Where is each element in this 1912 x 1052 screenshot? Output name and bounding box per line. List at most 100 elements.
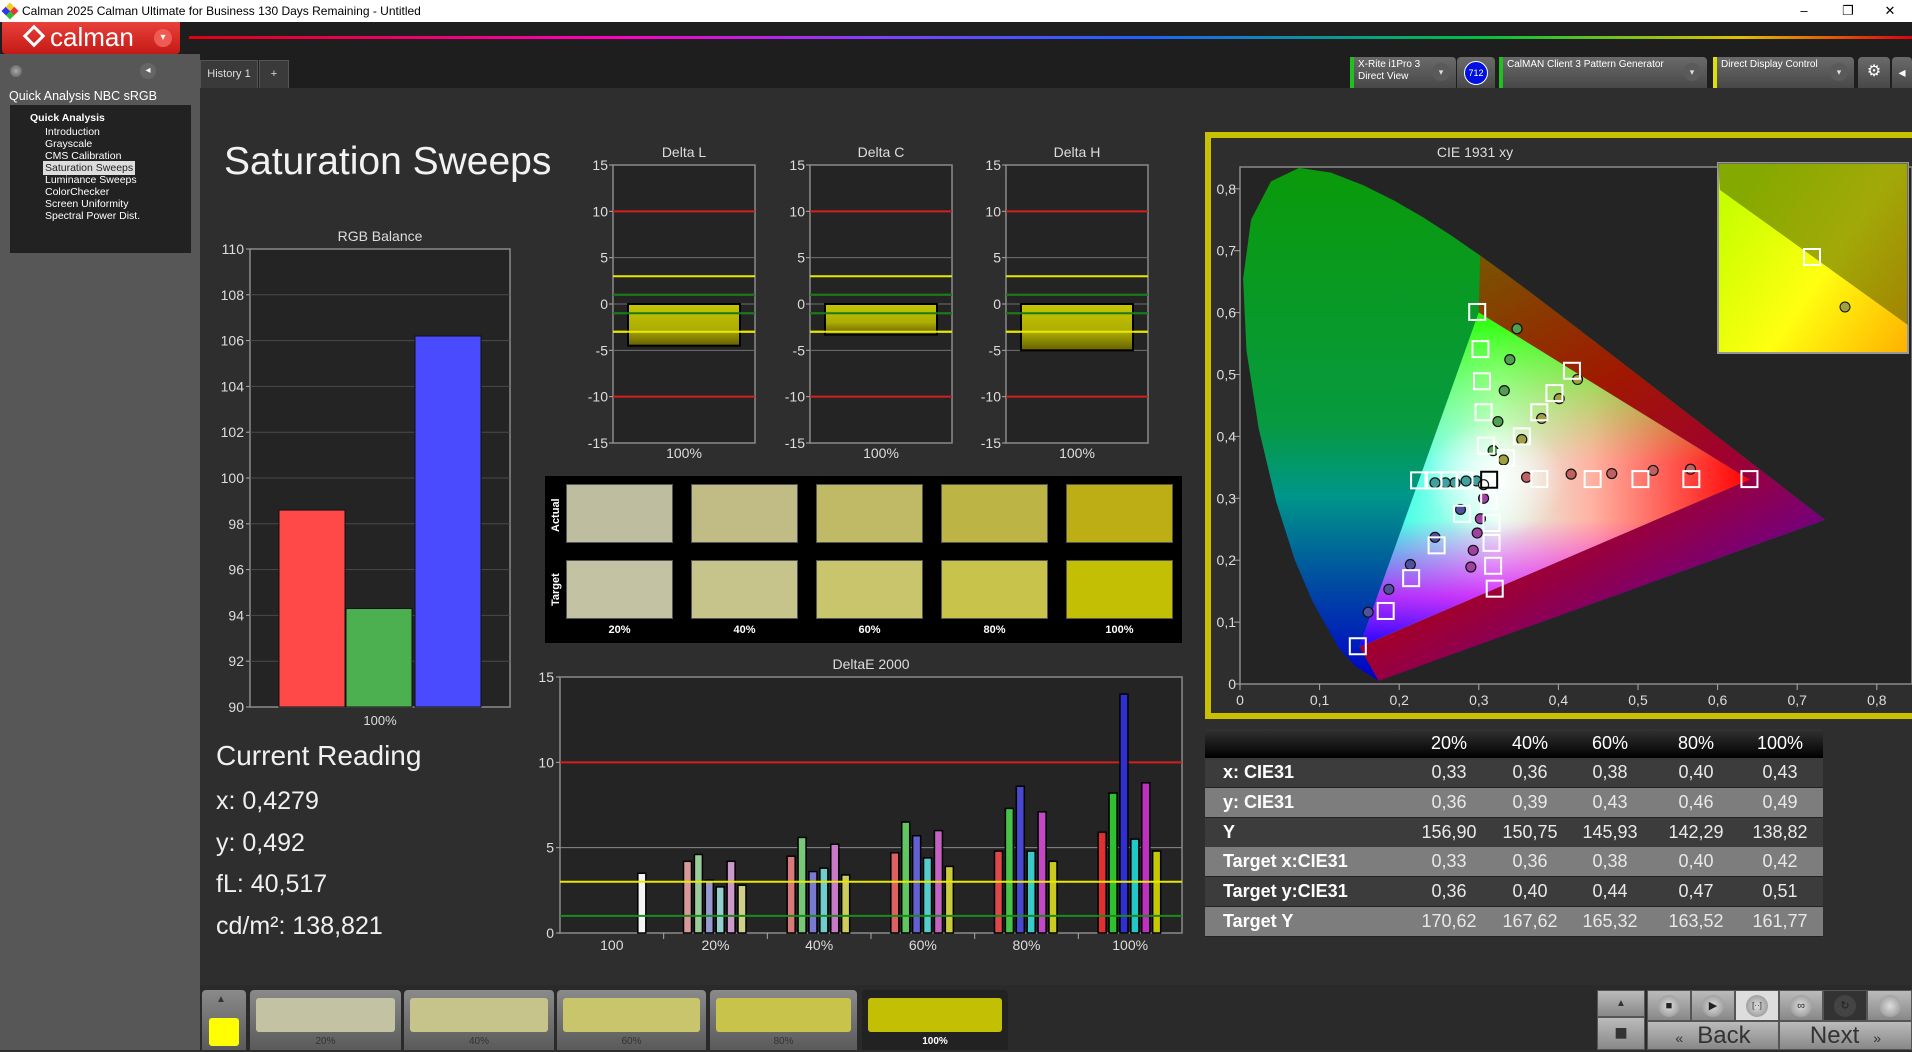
delta-bar xyxy=(627,303,741,347)
rainbow-divider xyxy=(189,36,1912,39)
next-label: Next xyxy=(1809,1022,1860,1049)
y-tick-label: -15 xyxy=(785,435,805,451)
target-swatch xyxy=(691,560,798,619)
reading-y: y: 0,492 xyxy=(216,829,305,857)
swatch-label: 60% xyxy=(858,624,881,636)
step-button-100pct[interactable]: 100% xyxy=(862,990,1008,1050)
swatch-label: 20% xyxy=(608,624,631,636)
x-tick-label: 80% xyxy=(1012,937,1040,953)
tree-group-quick-analysis[interactable]: Quick Analysis xyxy=(30,112,105,124)
table-header-row: 20% 40% 60% 80% 100% xyxy=(1205,729,1823,758)
y-tick-label: 90 xyxy=(228,699,244,715)
source-selector[interactable]: CalMAN Client 3 Pattern Generator ▾ xyxy=(1499,57,1707,88)
column-header: 100% xyxy=(1756,733,1804,753)
target-row-label: Target xyxy=(550,573,562,606)
step-color-swatch xyxy=(563,998,700,1032)
device-collapse-button[interactable]: ◂ xyxy=(1892,57,1912,88)
window-title: Calman 2025 Calman Ultimate for Business… xyxy=(22,4,421,18)
tree-item-spectral-power[interactable]: Spectral Power Dist. xyxy=(43,209,142,223)
play-icon: ▶ xyxy=(1702,995,1724,1017)
maximize-button[interactable]: ❐ xyxy=(1826,0,1870,22)
display-selector[interactable]: Direct Display Control ▾ xyxy=(1713,57,1854,88)
deltae-bar xyxy=(726,860,736,934)
y-tick-label: 0 xyxy=(600,296,608,312)
row-label: Y xyxy=(1223,821,1236,842)
collapse-up-button[interactable]: ▲ xyxy=(1597,990,1645,1017)
table-cell: 0,40 xyxy=(1512,881,1548,902)
add-tab-button[interactable]: + xyxy=(259,60,289,88)
play-button[interactable]: ▶ xyxy=(1691,990,1735,1021)
workflow-title: Quick Analysis NBC sRGB xyxy=(9,89,157,103)
step-button-40pct[interactable]: 40% xyxy=(404,990,554,1050)
deltae-bar xyxy=(682,860,693,934)
step-button-80pct[interactable]: 80% xyxy=(710,990,857,1050)
delta-h-chart: -15 -10 -5 0 5 10 15 100% xyxy=(981,157,1149,461)
table-row: Target y:CIE31 0,36 0,40 0,44 0,47 0,51 xyxy=(1205,877,1823,907)
back-button[interactable]: « Back xyxy=(1647,1021,1779,1050)
refresh-button[interactable]: ↻ xyxy=(1823,990,1867,1021)
table-cell: 0,51 xyxy=(1762,881,1798,902)
step-color-swatch xyxy=(868,998,1002,1032)
deltae-bar xyxy=(715,886,725,934)
sidebar-collapse-button[interactable]: ◂ xyxy=(140,63,156,79)
extra-button[interactable] xyxy=(1867,990,1912,1021)
y-tick-label: 110 xyxy=(222,241,245,257)
calman-menu-button[interactable]: calman ▾ xyxy=(2,22,180,54)
step-button-20pct[interactable]: 20% xyxy=(250,990,401,1050)
deltae-bar xyxy=(840,874,851,934)
continuous-button[interactable]: ∞ xyxy=(1779,990,1823,1021)
deltae-bar xyxy=(737,884,747,934)
table-row: Target Y 170,62 167,62 165,32 163,52 161,77 xyxy=(1205,907,1823,936)
step-color-swatch xyxy=(716,998,851,1032)
step-button-60pct[interactable]: 60% xyxy=(557,990,706,1050)
deltae-bar xyxy=(1004,807,1015,934)
table-cell: 0,43 xyxy=(1762,762,1798,782)
table-cell: 156,90 xyxy=(1421,821,1477,842)
delta-c-title: Delta C xyxy=(857,144,905,160)
meter-badge[interactable]: 712 xyxy=(1464,61,1488,85)
deltae-bar xyxy=(830,843,840,934)
table-cell: 0,47 xyxy=(1678,881,1714,902)
bar-blue xyxy=(414,335,482,708)
close-button[interactable]: ✕ xyxy=(1868,0,1912,22)
table-cell: 0,36 xyxy=(1512,851,1548,872)
y-tick-label: 10 xyxy=(985,203,1001,219)
x-tick-label: 100 xyxy=(600,937,624,953)
deltae-bar xyxy=(993,850,1004,934)
next-button[interactable]: Next » xyxy=(1779,1021,1912,1050)
delta-l-chart: -15 -10 -5 0 5 10 15 100% xyxy=(588,157,756,461)
y-tick-label: 0 xyxy=(797,296,805,312)
settings-button[interactable]: ⚙ xyxy=(1858,57,1890,88)
cie-title: CIE 1931 xy xyxy=(1436,144,1514,160)
column-header: 40% xyxy=(1511,733,1549,753)
x-tick-label: 40% xyxy=(805,937,833,953)
deltae-bar xyxy=(922,857,933,934)
stop-measure-button[interactable]: ■ xyxy=(1597,1017,1645,1050)
table-cell: 165,32 xyxy=(1582,911,1638,931)
loop-icon: ∞ xyxy=(1790,995,1812,1017)
deltae-bar xyxy=(1026,850,1036,934)
delta-bar xyxy=(824,303,938,336)
arrow-up-icon: ▲ xyxy=(216,994,226,1005)
minimize-button[interactable]: – xyxy=(1782,0,1826,22)
deltae-bar xyxy=(1015,785,1026,934)
read-series-button[interactable]: [··] xyxy=(1735,990,1779,1021)
deltae-bar xyxy=(890,852,900,934)
reading-fl: fL: 40,517 xyxy=(216,870,328,898)
stop-button[interactable]: ■ xyxy=(1647,990,1691,1021)
y-tick-label: 100 xyxy=(221,470,245,486)
x-tick-label: 100% xyxy=(863,445,899,461)
actual-row-label: Actual xyxy=(550,498,562,532)
delta-bar xyxy=(1020,303,1134,352)
actual-swatch xyxy=(941,484,1048,543)
current-color-button[interactable]: ▲ xyxy=(202,990,246,1050)
deltae-title: DeltaE 2000 xyxy=(832,656,910,672)
deltae-bar xyxy=(693,853,704,934)
meter-selector[interactable]: X-Rite i1Pro 3 Direct View ▾ xyxy=(1350,57,1456,88)
plot-area xyxy=(249,248,511,708)
swatch-label: 100% xyxy=(1105,624,1134,636)
chevron-left-icon: ◂ xyxy=(1898,64,1906,80)
y-tick-label: -5 xyxy=(596,342,609,358)
tab-history-1[interactable]: History 1 xyxy=(200,60,258,88)
next-icon: » xyxy=(1873,1030,1882,1046)
